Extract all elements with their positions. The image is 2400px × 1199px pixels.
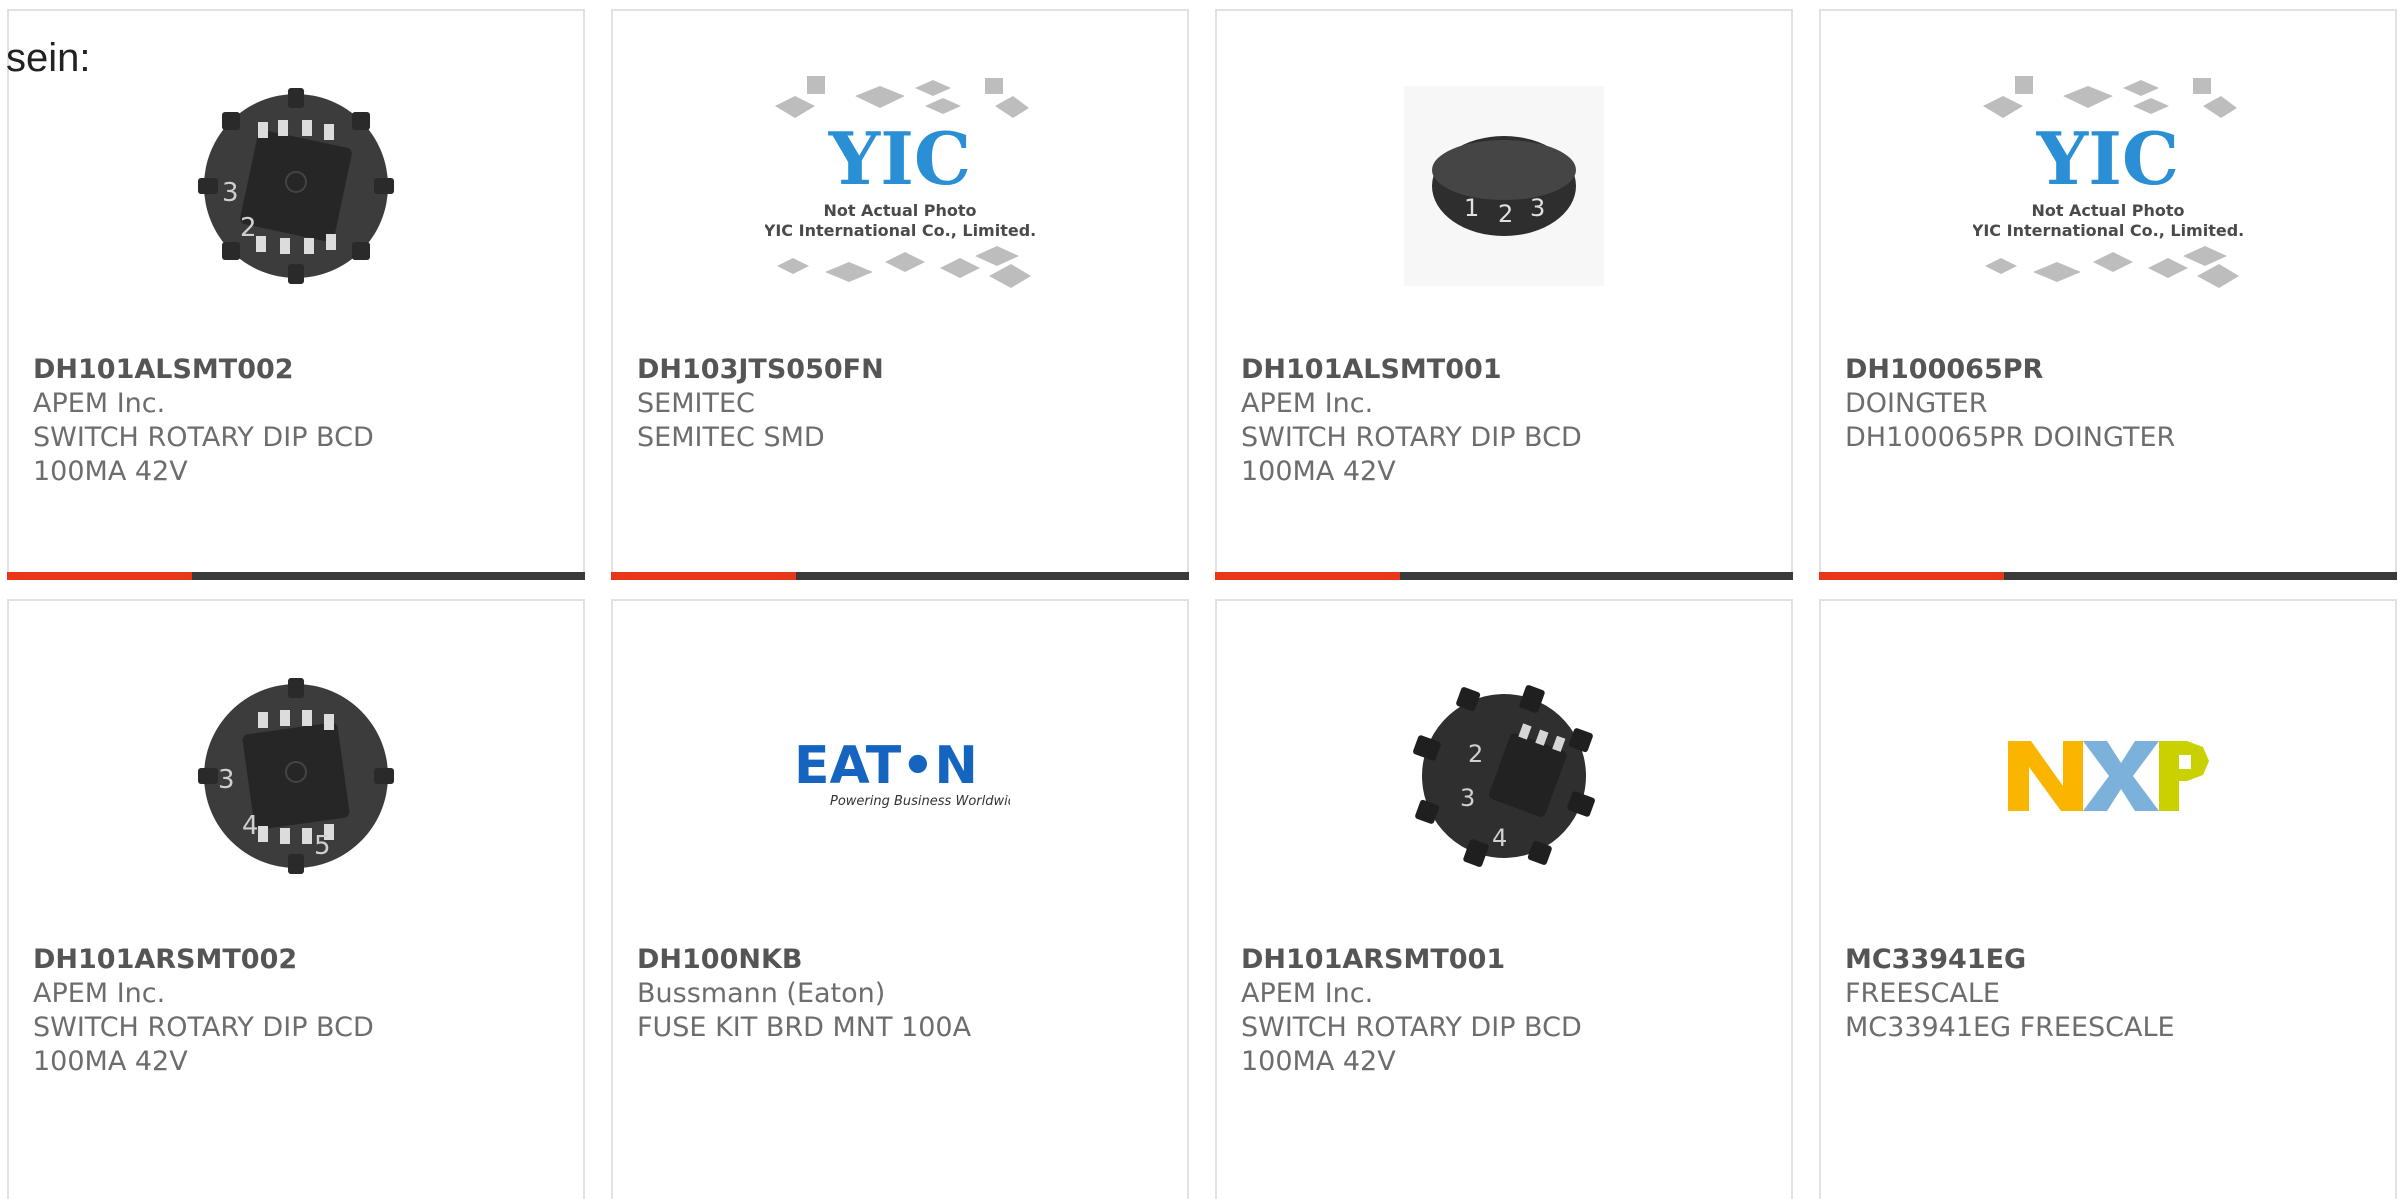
svg-text:2: 2 [240, 213, 257, 243]
product-image[interactable]: 3 4 5 [9, 661, 583, 891]
product-card[interactable]: EAT•N Powering Business Worldwide DH100N… [611, 599, 1189, 1199]
manufacturer: APEM Inc. [33, 388, 166, 419]
rotary-dip-switch-icon: 3 4 5 [198, 678, 394, 874]
description-line-1: SWITCH ROTARY DIP BCD [33, 422, 374, 453]
product-card[interactable]: 3 4 5 DH101ARSMT002 APEM Inc. SWITCH ROT… [7, 599, 585, 1199]
product-image[interactable]: YIC Not Actual Photo YIC International C… [1821, 71, 2395, 301]
placeholder-caption-1: Not Actual Photo [2031, 201, 2184, 220]
part-number[interactable]: DH101ARSMT002 [33, 943, 374, 977]
card-progress-bar [1215, 572, 1793, 580]
product-info: DH100NKB Bussmann (Eaton) FUSE KIT BRD M… [637, 943, 971, 1045]
description-line-1: FUSE KIT BRD MNT 100A [637, 1012, 972, 1043]
product-card[interactable]: 1 2 3 DH101ALSMT001 APEM Inc. SWITCH ROT… [1215, 9, 1793, 580]
part-number[interactable]: DH103JTS050FN [637, 353, 884, 387]
part-number[interactable]: MC33941EG [1845, 943, 2175, 977]
card-progress-bar [1819, 572, 2397, 580]
card-progress-bar [611, 572, 1189, 580]
product-image[interactable]: 2 3 4 [1217, 661, 1791, 891]
svg-text:5: 5 [314, 831, 331, 861]
product-card[interactable]: 2 3 4 DH101ARSMT001 APEM Inc. SWITCH ROT… [1215, 599, 1793, 1199]
card-progress-fill [1215, 572, 1400, 580]
yic-placeholder-icon: YIC Not Actual Photo YIC International C… [1973, 76, 2243, 288]
svg-text:2: 2 [1468, 740, 1483, 768]
svg-text:3: 3 [1530, 194, 1545, 222]
svg-text:4: 4 [1492, 824, 1507, 852]
description-line-1: SWITCH ROTARY DIP BCD [1241, 1012, 1582, 1043]
intro-text: sein: [6, 36, 91, 80]
svg-text:3: 3 [222, 178, 239, 208]
description-line-2: 100MA 42V [33, 456, 188, 487]
yic-placeholder-icon: YIC Not Actual Photo YIC International C… [765, 76, 1035, 288]
placeholder-caption-1: Not Actual Photo [823, 201, 976, 220]
rotary-dip-switch-icon: 2 3 4 [1413, 685, 1595, 867]
card-progress-fill [611, 572, 796, 580]
product-card[interactable]: YIC Not Actual Photo YIC International C… [611, 9, 1189, 580]
product-image[interactable]: 1 2 3 [1217, 71, 1791, 301]
placeholder-caption-2: YIC International Co., Limited. [1973, 221, 2243, 240]
part-number[interactable]: DH101ARSMT001 [1241, 943, 1582, 977]
product-image[interactable]: YIC Not Actual Photo YIC International C… [613, 71, 1187, 301]
product-image[interactable]: EAT•N Powering Business Worldwide [613, 661, 1187, 891]
product-info: DH101ALSMT001 APEM Inc. SWITCH ROTARY DI… [1241, 353, 1582, 489]
svg-text:4: 4 [242, 811, 259, 841]
rotary-dip-switch-icon: 2 3 [198, 88, 394, 284]
manufacturer: Bussmann (Eaton) [637, 978, 886, 1009]
description-line-1: MC33941EG FREESCALE [1845, 1012, 2175, 1043]
nxp-logo [2008, 741, 2209, 811]
product-card[interactable]: MC33941EG FREESCALE MC33941EG FREESCALE [1819, 599, 2397, 1199]
description-line-2: 100MA 42V [33, 1046, 188, 1077]
manufacturer: APEM Inc. [33, 978, 166, 1009]
svg-text:YIC: YIC [828, 116, 971, 201]
part-number[interactable]: DH101ALSMT002 [33, 353, 374, 387]
description-line-1: DH100065PR DOINGTER [1845, 422, 2176, 453]
manufacturer: APEM Inc. [1241, 978, 1374, 1009]
product-info: DH101ALSMT002 APEM Inc. SWITCH ROTARY DI… [33, 353, 374, 489]
product-card[interactable]: 2 3 DH101ALSMT002 APEM Inc. SWITCH ROTAR… [7, 9, 585, 580]
part-number[interactable]: DH100065PR [1845, 353, 2175, 387]
product-image[interactable]: 2 3 [9, 71, 583, 301]
svg-text:1: 1 [1464, 194, 1479, 222]
rotary-dip-switch-icon: 1 2 3 [1404, 86, 1604, 286]
eaton-logo-tagline: Powering Business Worldwide [830, 794, 1010, 809]
product-info: DH101ARSMT002 APEM Inc. SWITCH ROTARY DI… [33, 943, 374, 1079]
card-progress-bar [7, 572, 585, 580]
card-progress-fill [1819, 572, 2004, 580]
product-info: DH101ARSMT001 APEM Inc. SWITCH ROTARY DI… [1241, 943, 1582, 1079]
manufacturer: SEMITEC [637, 388, 755, 419]
manufacturer: DOINGTER [1845, 388, 1988, 419]
description-line-1: SWITCH ROTARY DIP BCD [1241, 422, 1582, 453]
svg-text:3: 3 [1460, 784, 1475, 812]
description-line-2: 100MA 42V [1241, 456, 1396, 487]
svg-text:3: 3 [218, 765, 235, 795]
svg-text:2: 2 [1498, 200, 1513, 228]
product-card[interactable]: YIC Not Actual Photo YIC International C… [1819, 9, 2397, 580]
product-image[interactable] [1821, 661, 2395, 891]
eaton-logo: EAT•N Powering Business Worldwide [794, 736, 1010, 809]
svg-text:YIC: YIC [2036, 116, 2179, 201]
product-info: MC33941EG FREESCALE MC33941EG FREESCALE [1845, 943, 2175, 1045]
card-progress-fill [7, 572, 192, 580]
description-line-1: SEMITEC SMD [637, 422, 825, 453]
product-info: DH100065PR DOINGTER DH100065PR DOINGTER [1845, 353, 2175, 455]
part-number[interactable]: DH100NKB [637, 943, 971, 977]
product-info: DH103JTS050FN SEMITEC SEMITEC SMD [637, 353, 884, 455]
manufacturer: FREESCALE [1845, 978, 2000, 1009]
description-line-1: SWITCH ROTARY DIP BCD [33, 1012, 374, 1043]
placeholder-caption-2: YIC International Co., Limited. [765, 221, 1035, 240]
part-number[interactable]: DH101ALSMT001 [1241, 353, 1582, 387]
description-line-2: 100MA 42V [1241, 1046, 1396, 1077]
manufacturer: APEM Inc. [1241, 388, 1374, 419]
eaton-logo-text: EAT•N [794, 736, 978, 796]
